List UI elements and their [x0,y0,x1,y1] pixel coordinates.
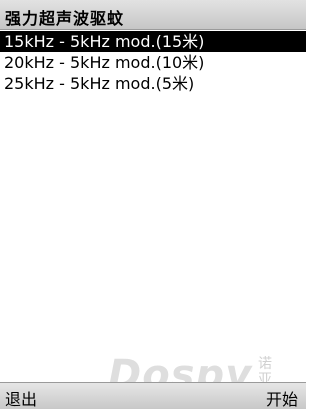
title-bar: 强力超声波驱蚊 [0,0,306,30]
list-item-25khz[interactable]: 25kHz - 5kHz mod.(5米) [0,73,306,94]
list-item-15khz[interactable]: 15kHz - 5kHz mod.(15米) [0,31,306,52]
list-item-20khz[interactable]: 20kHz - 5kHz mod.(10米) [0,52,306,73]
app-title: 强力超声波驱蚊 [5,9,125,28]
softkey-bar: 退出 开始 [0,382,306,409]
start-softkey[interactable]: 开始 [266,386,298,410]
option-list: 15kHz - 5kHz mod.(15米) 20kHz - 5kHz mod.… [0,31,306,94]
exit-softkey[interactable]: 退出 [5,386,37,410]
